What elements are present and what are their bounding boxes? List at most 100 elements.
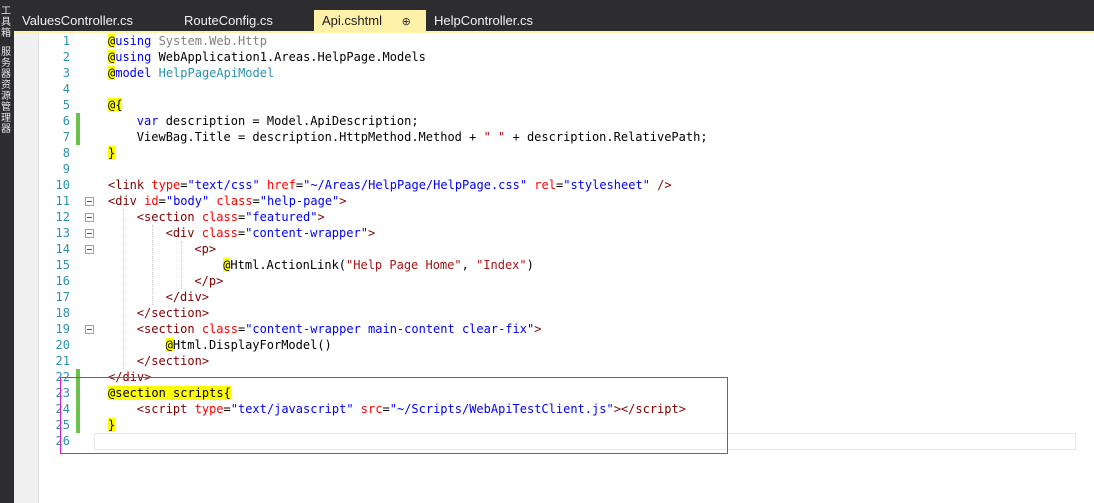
code-line[interactable]: 15 @Html.ActionLink("Help Page Home", "In… xyxy=(0,257,1080,273)
code-text[interactable]: @Html.ActionLink("Help Page Home", "Inde… xyxy=(223,257,534,273)
code-text[interactable]: @using System.Web.Http xyxy=(108,33,267,49)
code-token: class xyxy=(209,194,253,208)
line-number: 5 xyxy=(62,98,70,112)
code-token: > xyxy=(201,290,209,304)
code-token: </ xyxy=(136,354,152,368)
code-token: /> xyxy=(649,178,672,192)
code-token: using xyxy=(115,50,152,64)
code-token: "help-page" xyxy=(259,194,340,208)
code-line[interactable]: 1 @using System.Web.Http xyxy=(0,33,1080,49)
code-token: "text/css" xyxy=(187,178,260,192)
code-text[interactable]: @{ xyxy=(108,97,123,113)
document-tab-bar: ValuesController.cs RouteConfig.cs Api.c… xyxy=(14,0,1094,32)
code-line[interactable]: 17 </div> xyxy=(0,289,1080,305)
code-token: = xyxy=(158,194,166,208)
tab-label: HelpController.cs xyxy=(434,13,533,28)
code-token: " " xyxy=(483,130,506,144)
code-token: class xyxy=(194,322,238,336)
code-text[interactable]: </div> xyxy=(166,289,209,305)
code-line[interactable]: 4 xyxy=(0,81,1080,97)
code-text[interactable]: </section> xyxy=(137,353,209,369)
code-token: > xyxy=(201,354,210,368)
code-line[interactable]: 6 var description = Model.ApiDescription; xyxy=(0,113,1080,129)
code-line[interactable]: 2 @using WebApplication1.Areas.HelpPage.M… xyxy=(0,49,1080,65)
tab-label: ValuesController.cs xyxy=(22,13,134,28)
tab-help-controller[interactable]: HelpController.cs xyxy=(426,10,578,32)
tab-api-cshtml[interactable]: Api.cshtml ⊕ xyxy=(314,10,426,32)
line-number: 2 xyxy=(62,50,70,64)
code-line[interactable]: 21 </section> xyxy=(0,353,1080,369)
code-text[interactable]: } xyxy=(108,145,116,161)
code-line[interactable]: 3 @model HelpPageApiModel xyxy=(0,65,1080,81)
code-line[interactable]: 16 </p> xyxy=(0,273,1080,289)
code-line[interactable]: 7 ViewBag.Title = description.HttpMethod.… xyxy=(0,129,1080,145)
code-line[interactable]: 12 <section class="featured"> xyxy=(0,209,1080,225)
code-token: class xyxy=(194,226,238,240)
indent-guide xyxy=(123,209,124,369)
code-token: var xyxy=(136,114,159,128)
line-number: 3 xyxy=(62,66,70,80)
code-token: Html.DisplayForModel() xyxy=(172,338,332,352)
code-token: < xyxy=(194,242,202,256)
collapse-icon[interactable] xyxy=(85,229,94,238)
code-text[interactable]: </p> xyxy=(194,273,223,289)
code-token: ViewBag.Title = description.HttpMethod.M… xyxy=(136,130,484,144)
code-line[interactable]: 18 </section> xyxy=(0,305,1080,321)
code-text[interactable]: var description = Model.ApiDescription; xyxy=(137,113,419,129)
code-line[interactable]: 14 <p> xyxy=(0,241,1080,257)
line-number: 20 xyxy=(55,338,70,352)
tab-label: RouteConfig.cs xyxy=(184,13,273,28)
highlight-rectangle xyxy=(60,377,728,454)
code-line[interactable]: 19 <section class="content-wrapper main-c… xyxy=(0,321,1080,337)
code-line[interactable]: 13 <div class="content-wrapper"> xyxy=(0,225,1080,241)
indent-guide xyxy=(180,241,182,289)
code-text[interactable]: <p> xyxy=(194,241,216,257)
code-token: </ xyxy=(165,290,181,304)
line-number: 15 xyxy=(55,258,70,272)
line-number: 11 xyxy=(55,194,70,208)
code-token: Html.ActionLink( xyxy=(230,258,347,272)
code-text[interactable]: <link type="text/css" href="~/Areas/Help… xyxy=(108,177,672,193)
code-token: > xyxy=(216,274,224,288)
pin-icon[interactable]: ⊕ xyxy=(402,16,411,28)
code-text[interactable]: ViewBag.Title = description.HttpMethod.M… xyxy=(137,129,708,145)
code-line[interactable]: 5 @{ xyxy=(0,97,1080,113)
code-line[interactable]: 9 xyxy=(0,161,1080,177)
line-number: 9 xyxy=(62,162,70,176)
line-number: 7 xyxy=(62,130,70,144)
code-line[interactable]: 11 <div id="body" class="help-page"> xyxy=(0,193,1080,209)
collapse-icon[interactable] xyxy=(85,197,94,206)
code-token: = xyxy=(252,194,260,208)
line-number: 13 xyxy=(55,226,70,240)
code-line[interactable]: 20 @Html.DisplayForModel() xyxy=(0,337,1080,353)
code-text[interactable]: <div id="body" class="help-page"> xyxy=(108,193,347,209)
line-number: 8 xyxy=(62,146,70,160)
code-token: < xyxy=(136,210,145,224)
code-text[interactable]: </section> xyxy=(137,305,209,321)
collapse-icon[interactable] xyxy=(85,325,94,334)
code-text[interactable]: @model HelpPageApiModel xyxy=(108,65,274,81)
code-token: section xyxy=(144,322,195,336)
line-number: 18 xyxy=(55,306,70,320)
code-line[interactable]: 10 <link type="text/css" href="~/Areas/He… xyxy=(0,177,1080,193)
collapse-icon[interactable] xyxy=(85,213,94,222)
code-token: > xyxy=(208,242,217,256)
code-token: using xyxy=(115,34,152,48)
code-line[interactable]: 8} xyxy=(0,145,1080,161)
tab-label: Api.cshtml xyxy=(322,13,382,28)
tab-route-config[interactable]: RouteConfig.cs xyxy=(176,10,316,32)
code-token: "content-wrapper" xyxy=(245,226,368,240)
code-text[interactable]: <section class="content-wrapper main-con… xyxy=(137,321,542,337)
code-text[interactable]: <div class="content-wrapper"> xyxy=(166,225,376,241)
code-token: , xyxy=(461,258,477,272)
line-number: 19 xyxy=(55,322,70,336)
code-text[interactable]: @using WebApplication1.Areas.HelpPage.Mo… xyxy=(108,49,426,65)
collapse-icon[interactable] xyxy=(85,245,94,254)
code-text[interactable]: @Html.DisplayForModel() xyxy=(165,337,332,353)
tab-values-controller[interactable]: ValuesController.cs xyxy=(14,10,164,32)
code-text[interactable]: <section class="featured"> xyxy=(137,209,325,225)
code-token: > xyxy=(339,194,347,208)
code-token: "content-wrapper main-content clear-fix" xyxy=(245,322,535,336)
code-token: > xyxy=(534,322,542,336)
line-number: 17 xyxy=(55,290,70,304)
